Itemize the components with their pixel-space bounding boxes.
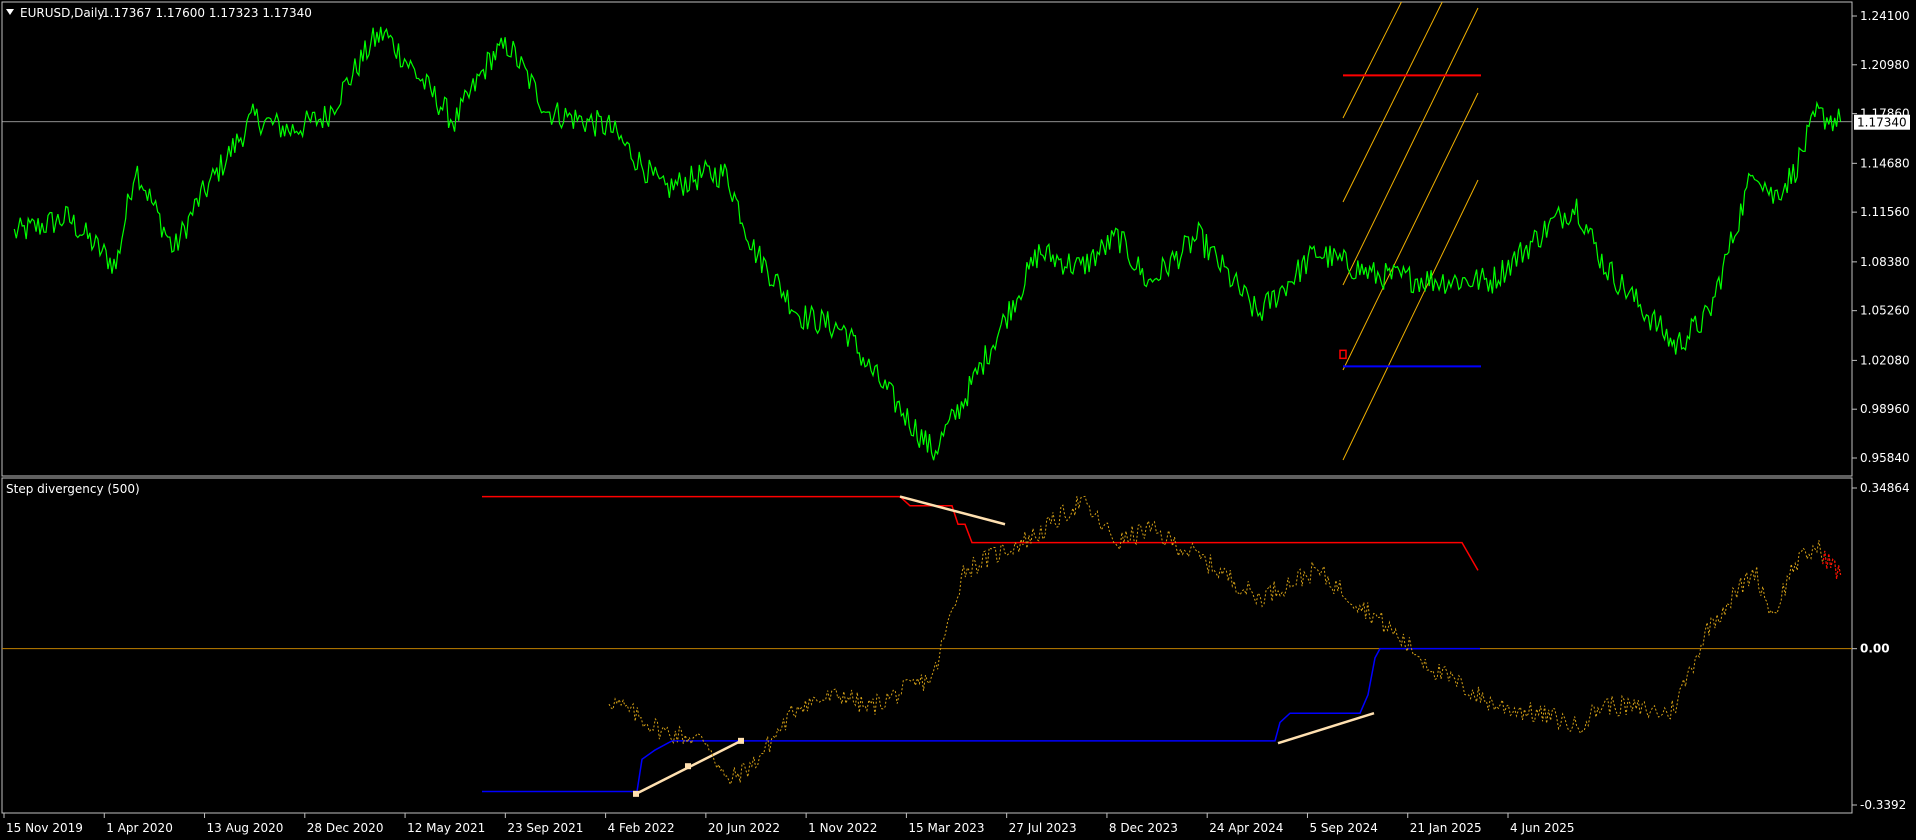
ohlc-label: 1.17367 1.17600 1.17323 1.17340	[102, 6, 312, 20]
time-axis-label: 8 Dec 2023	[1109, 821, 1178, 835]
indicator-overlays	[2, 495, 1852, 797]
main-overlays	[2, 2, 1852, 461]
price-axis-label: 1.24100	[1860, 9, 1910, 23]
regression-channel-line	[1342, 2, 1443, 203]
time-axis-label: 20 Jun 2022	[708, 821, 780, 835]
price-axis-label: 1.20980	[1860, 58, 1910, 72]
regression-channel-line	[1342, 7, 1479, 286]
price-axis-label: 1.05260	[1860, 304, 1910, 318]
price-axis-label: 1.02080	[1860, 353, 1910, 367]
price-line	[13, 26, 1842, 461]
time-axis-label: 13 Aug 2020	[207, 821, 284, 835]
time-axis-label: 5 Sep 2024	[1309, 821, 1377, 835]
collapse-triangle-icon[interactable]	[6, 9, 14, 15]
time-axis-label: 1 Nov 2022	[808, 821, 877, 835]
time-axis-label: 21 Jan 2025	[1410, 821, 1482, 835]
time-axis-label: 12 May 2021	[407, 821, 485, 835]
indicator-title: Step divergency (500)	[6, 482, 140, 496]
time-axis-label: 28 Dec 2020	[307, 821, 384, 835]
indicator-axis: 0.34864 0.00 -0.3392	[1852, 481, 1910, 812]
lower-step-line	[482, 647, 1480, 793]
price-axis-label: 1.08380	[1860, 255, 1910, 269]
symbol-label: EURUSD,Daily	[20, 6, 105, 20]
time-axis-label: 15 Nov 2019	[6, 821, 83, 835]
time-axis-label: 1 Apr 2020	[106, 821, 173, 835]
price-axis-label: 1.14680	[1860, 156, 1910, 170]
upper-step-line	[482, 495, 1479, 571]
price-axis: 1.241001.209801.178601.146801.115601.083…	[1852, 9, 1910, 465]
time-axis-label: 24 Apr 2024	[1209, 821, 1283, 835]
time-axis-label: 15 Mar 2023	[908, 821, 984, 835]
time-axis-label: 4 Feb 2022	[608, 821, 675, 835]
bullish-divergence-line	[1277, 712, 1375, 745]
price-axis-label: 1.11560	[1860, 205, 1910, 219]
chart-canvas[interactable]: EURUSD,Daily 1.17367 1.17600 1.17323 1.1…	[0, 0, 1916, 840]
indicator-axis-label: 0.00	[1860, 642, 1890, 656]
price-axis-label: 0.98960	[1860, 402, 1910, 416]
trading-chart-window: EURUSD,Daily 1.17367 1.17600 1.17323 1.1…	[0, 0, 1916, 840]
price-axis-label: 0.95840	[1860, 451, 1910, 465]
bearish-divergence-line	[899, 495, 1006, 526]
divergence-point-marker	[738, 737, 744, 744]
price-series	[13, 26, 1842, 461]
regression-channel-line	[1342, 2, 1402, 119]
time-axis-label: 4 Jun 2025	[1510, 821, 1575, 835]
time-axis: 15 Nov 2019 1 Apr 2020 13 Aug 2020 28 Dec 2…	[3, 813, 1575, 835]
main-chart-frame	[1, 1, 1853, 477]
time-axis-label: 23 Sep 2021	[507, 821, 583, 835]
indicator-axis-label: -0.3392	[1860, 798, 1906, 812]
divergence-point-marker	[685, 763, 691, 770]
regression-channel-line	[1342, 179, 1479, 461]
current-price-label: 1.17340	[1857, 116, 1907, 130]
pivot-marker	[1339, 349, 1347, 360]
regression-channel-line	[1342, 92, 1479, 371]
indicator-frame	[1, 477, 1853, 814]
time-axis-label: 27 Jul 2023	[1009, 821, 1077, 835]
indicator-axis-label: 0.34864	[1860, 481, 1910, 495]
divergence-point-marker	[633, 790, 639, 797]
current-price-marker: 1.17340	[1854, 114, 1910, 130]
